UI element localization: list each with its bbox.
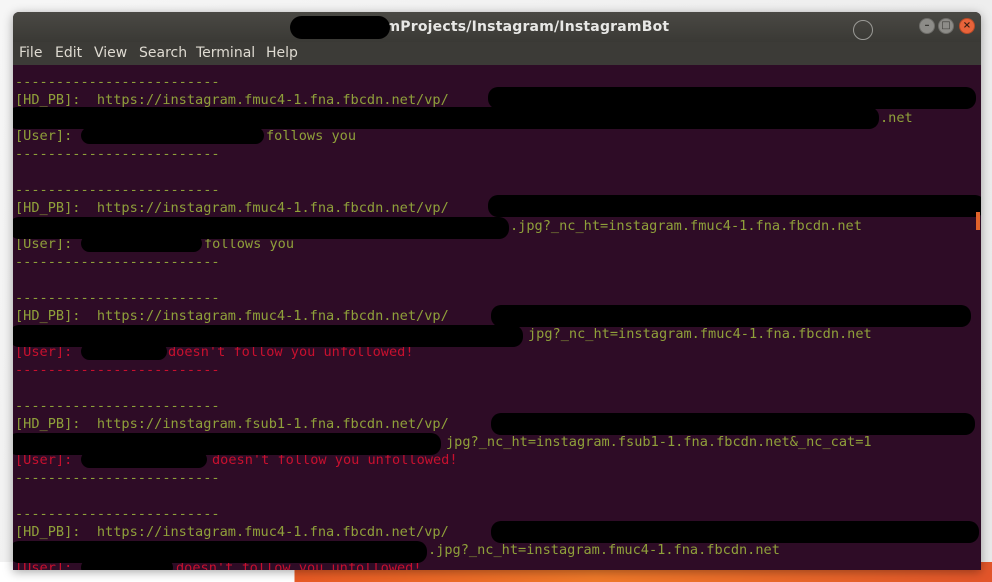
window-title: /PycharmProjects/Instagram/InstagramBot [13,19,981,35]
menu-file[interactable]: File [19,45,42,61]
title-bar[interactable]: /PycharmProjects/Instagram/InstagramBot … [13,12,981,42]
redacted-url [491,413,975,435]
menu-help[interactable]: Help [266,45,298,61]
menu-edit[interactable]: Edit [55,45,82,61]
redacted-url [13,541,427,563]
redacted-username [81,559,173,570]
separator-line: ------------------------- [15,182,220,198]
separator-line: ------------------------- [15,362,220,378]
menu-bar: File Edit View Search Terminal Help [13,42,981,65]
separator-line: ------------------------- [15,398,220,414]
menu-view[interactable]: View [94,45,127,61]
user-status: follows you [266,128,357,144]
redacted-url [488,87,976,109]
hd-pb-line: [HD_PB]: https://instagram.fmuc4-1.fna.f… [15,308,449,324]
redacted-username [81,451,207,468]
separator-line: ------------------------- [15,146,220,162]
menu-search[interactable]: Search [139,45,187,61]
maximize-icon[interactable]: □ [938,18,954,34]
close-icon[interactable]: × [959,18,975,34]
minimize-icon[interactable]: – [919,18,935,34]
separator-line: ------------------------- [15,290,220,306]
redacted-url [491,305,971,327]
scrollbar-thumb[interactable] [976,212,980,230]
redacted-title-region [290,16,390,39]
redacted-url [491,521,979,543]
redacted-url [13,433,441,455]
hd-pb-line: [HD_PB]: https://instagram.fmuc4-1.fna.f… [15,524,449,540]
user-label: [User]: [15,128,73,144]
redacted-url [13,107,879,129]
separator-line: ------------------------- [15,254,220,270]
url-tail: .net [880,110,913,126]
terminal-output[interactable]: ------------------------- [HD_PB]: https… [13,65,981,570]
url-tail: jpg?_nc_ht=instagram.fmuc4-1.fna.fbcdn.n… [528,326,872,342]
url-tail: jpg?_nc_ht=instagram.fsub1-1.fna.fbcdn.n… [446,434,872,450]
redacted-username [81,343,167,360]
separator-line: ------------------------- [15,470,220,486]
cursor-ring-icon [853,20,873,40]
separator-line: ------------------------- [15,74,220,90]
menu-terminal[interactable]: Terminal [196,45,255,61]
hd-pb-line: [HD_PB]: https://instagram.fmuc4-1.fna.f… [15,200,449,216]
redacted-username [81,235,202,252]
redacted-username [81,127,264,144]
hd-pb-line: [HD_PB]: https://instagram.fsub1-1.fna.f… [15,416,449,432]
url-tail: .jpg?_nc_ht=instagram.fmuc4-1.fna.fbcdn.… [428,542,780,558]
terminal-window: /PycharmProjects/Instagram/InstagramBot … [13,12,981,570]
separator-line: ------------------------- [15,506,220,522]
redacted-url [488,195,981,217]
url-tail: .jpg?_nc_ht=instagram.fmuc4-1.fna.fbcdn.… [510,218,862,234]
